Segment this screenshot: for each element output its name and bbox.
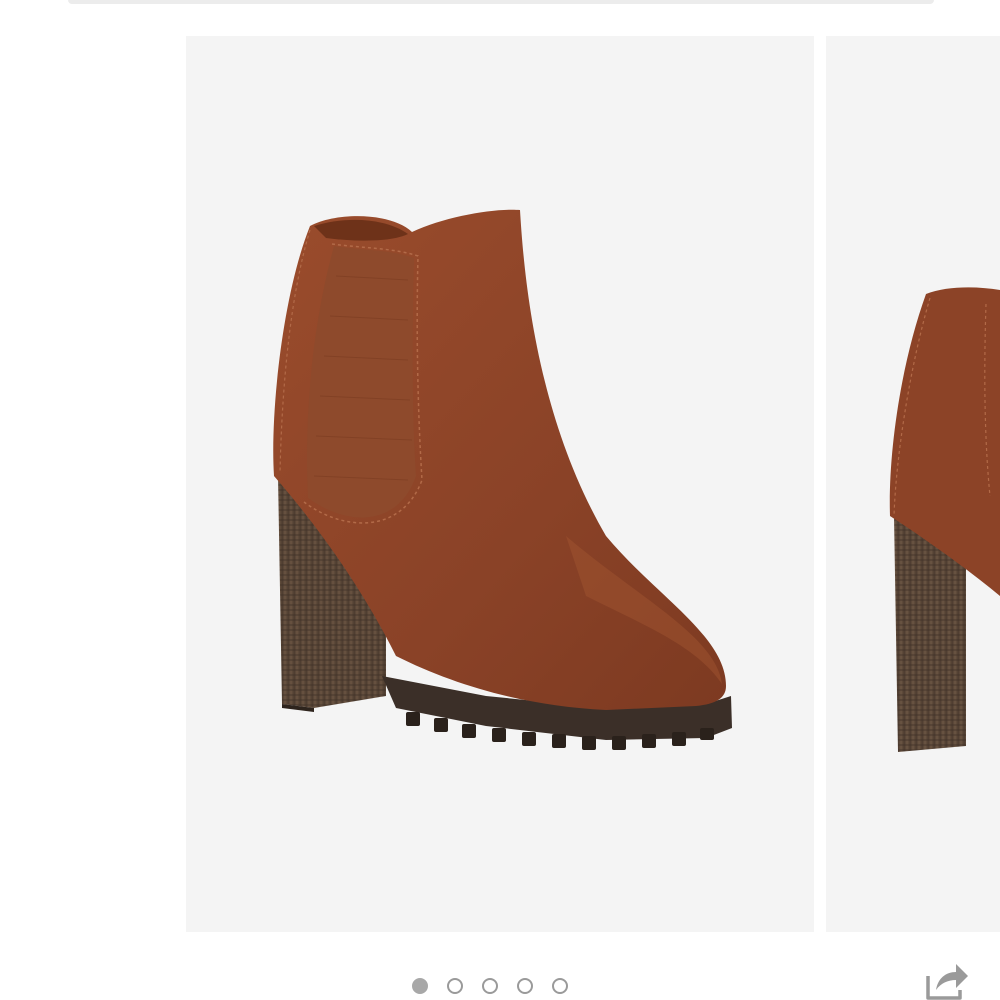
boot-image-next bbox=[889, 287, 1000, 752]
carousel-dot-1[interactable] bbox=[412, 978, 428, 994]
carousel-dot-3[interactable] bbox=[482, 978, 498, 994]
carousel-dot-4[interactable] bbox=[517, 978, 533, 994]
share-button[interactable] bbox=[922, 958, 970, 1000]
carousel-pagination bbox=[412, 976, 568, 996]
boot-image bbox=[273, 209, 732, 750]
product-image-slide-2[interactable] bbox=[826, 36, 1000, 932]
carousel-dot-2[interactable] bbox=[447, 978, 463, 994]
top-divider bbox=[68, 0, 934, 4]
product-image-carousel[interactable] bbox=[0, 36, 1000, 932]
carousel-dot-5[interactable] bbox=[552, 978, 568, 994]
share-icon bbox=[926, 964, 968, 1000]
product-image-slide-1[interactable] bbox=[186, 36, 814, 932]
product-page bbox=[0, 0, 1000, 1000]
